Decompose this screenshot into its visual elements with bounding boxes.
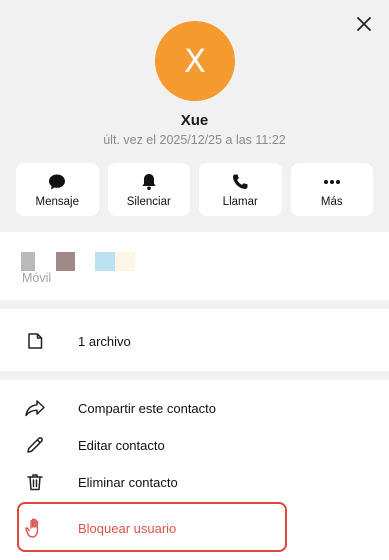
avatar[interactable]: X — [155, 21, 235, 101]
delete-contact-item[interactable]: Eliminar contacto — [0, 463, 389, 500]
avatar-letter: X — [184, 42, 206, 80]
edit-contact-item[interactable]: Editar contacto — [0, 426, 389, 463]
last-seen-status: últ. vez el 2025/12/25 a las 11:22 — [103, 133, 286, 147]
section-divider — [0, 300, 389, 309]
more-button[interactable]: Más — [290, 163, 373, 216]
section-divider — [0, 371, 389, 380]
mute-button[interactable]: Silenciar — [107, 163, 190, 216]
delete-contact-label: Eliminar contacto — [78, 475, 178, 490]
action-buttons: Mensaje Silenciar Llamar Más — [16, 163, 373, 216]
redacted-phone-block — [56, 252, 75, 271]
redacted-phone-block — [115, 252, 135, 271]
close-icon — [357, 17, 371, 31]
shared-files-row[interactable]: 1 archivo — [0, 309, 389, 371]
contact-name: Xue — [180, 112, 209, 129]
shared-files-label: 1 archivo — [78, 334, 131, 349]
message-button-label: Mensaje — [35, 195, 79, 208]
edit-contact-label: Editar contacto — [78, 438, 165, 453]
more-icon — [323, 179, 340, 184]
close-button[interactable] — [352, 12, 376, 36]
bell-icon — [142, 173, 156, 190]
trash-icon — [24, 471, 46, 493]
mute-button-label: Silenciar — [126, 195, 171, 208]
share-contact-item[interactable]: Compartir este contacto — [0, 389, 389, 426]
file-icon — [24, 330, 46, 352]
hand-icon — [24, 517, 46, 539]
phone-info[interactable]: Móvil — [0, 232, 389, 300]
redacted-phone-block — [95, 252, 115, 271]
contact-header: X Xue últ. vez el 2025/12/25 a las 11:22… — [0, 0, 389, 232]
pencil-icon — [24, 434, 46, 456]
phone-icon — [233, 174, 248, 189]
share-contact-label: Compartir este contacto — [78, 401, 217, 416]
call-button[interactable]: Llamar — [199, 163, 282, 216]
message-icon — [49, 174, 66, 189]
phone-type-label: Móvil — [22, 271, 52, 285]
block-user-label: Bloquear usuario — [78, 521, 177, 536]
share-icon — [24, 397, 46, 419]
more-button-label: Más — [320, 195, 343, 208]
call-button-label: Llamar — [222, 195, 258, 208]
redacted-phone-block — [21, 252, 35, 271]
message-button[interactable]: Mensaje — [16, 163, 99, 216]
block-user-item[interactable]: Bloquear usuario — [0, 509, 389, 546]
